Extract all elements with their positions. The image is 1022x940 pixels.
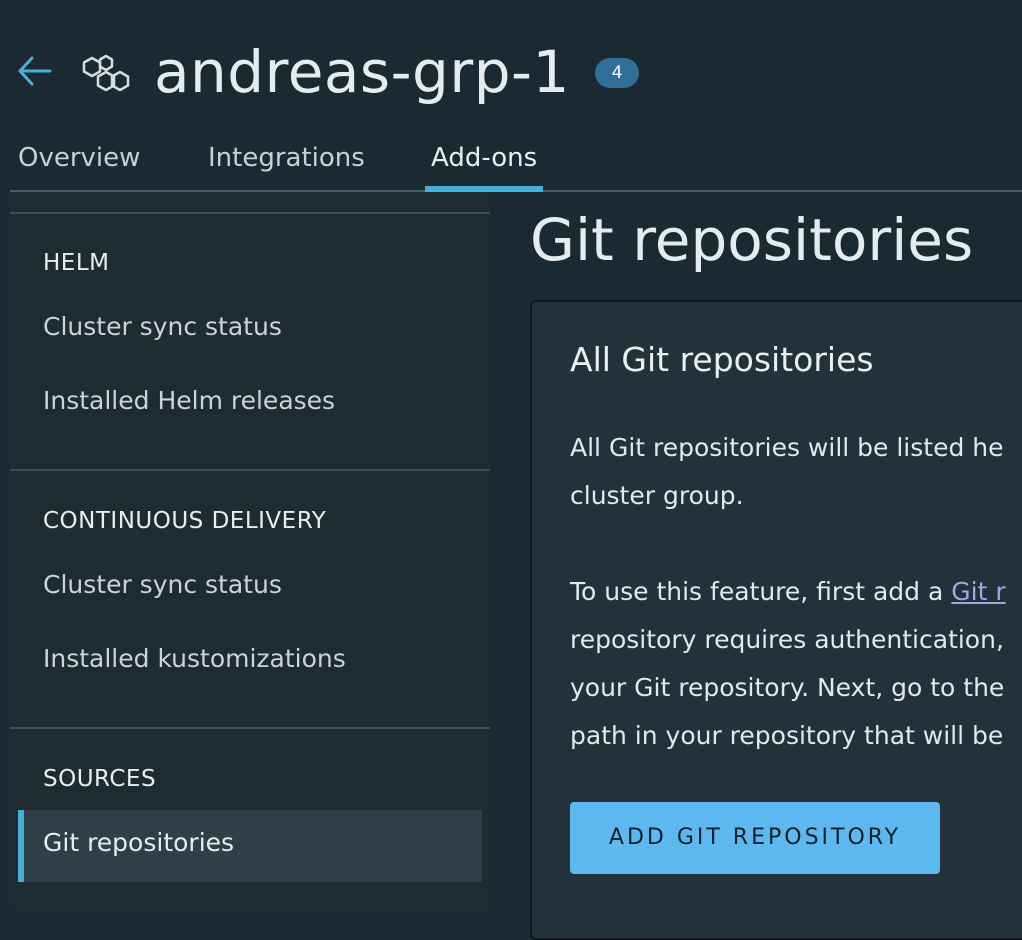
- card-instructions-line: path in your repository that will be: [570, 721, 1004, 750]
- card-title: All Git repositories: [570, 340, 874, 379]
- sidebar-item-installed-helm-releases[interactable]: Installed Helm releases: [43, 386, 335, 415]
- card-instructions-prefix: To use this feature, first add a: [570, 577, 952, 606]
- sidebar-item-installed-kustomizations[interactable]: Installed kustomizations: [43, 644, 346, 673]
- sidebar-heading-helm: HELM: [43, 250, 110, 276]
- card-description-line: cluster group.: [570, 481, 744, 510]
- sidebar-active-indicator: [18, 810, 24, 882]
- sidebar-item-cd-cluster-sync-status[interactable]: Cluster sync status: [43, 570, 282, 599]
- page-header: andreas-grp-1 4: [0, 0, 1022, 130]
- tab-add-ons[interactable]: Add-ons: [424, 130, 544, 192]
- arrow-left-icon: [18, 56, 52, 86]
- tab-integrations[interactable]: Integrations: [208, 130, 365, 190]
- card-description-line: All Git repositories will be listed he: [570, 433, 1004, 462]
- git-repositories-card: All Git repositories All Git repositorie…: [530, 300, 1022, 940]
- sidebar-heading-continuous-delivery: CONTINUOUS DELIVERY: [43, 508, 327, 534]
- tab-overview[interactable]: Overview: [18, 130, 140, 190]
- sidebar: HELM Cluster sync status Installed Helm …: [10, 192, 490, 910]
- cluster-count-badge: 4: [595, 58, 639, 88]
- tab-bar: Overview Integrations Add-ons: [10, 130, 1022, 192]
- sidebar-item-git-repositories[interactable]: Git repositories: [43, 828, 234, 857]
- page-title: Git repositories: [530, 206, 974, 274]
- sidebar-heading-sources: SOURCES: [43, 766, 157, 792]
- card-instructions-line: To use this feature, first add a Git r: [570, 568, 1022, 616]
- sidebar-divider: [10, 212, 490, 214]
- cluster-group-icon: [82, 52, 130, 94]
- cluster-group-title: andreas-grp-1: [154, 38, 570, 106]
- sidebar-item-helm-cluster-sync-status[interactable]: Cluster sync status: [43, 312, 282, 341]
- sidebar-divider: [10, 727, 490, 729]
- back-button[interactable]: [16, 52, 54, 90]
- card-instructions-line: your Git repository. Next, go to the: [570, 673, 1005, 702]
- git-repository-link[interactable]: Git r: [951, 577, 1005, 606]
- add-git-repository-button[interactable]: ADD GIT REPOSITORY: [570, 802, 940, 874]
- sidebar-divider: [10, 469, 490, 471]
- card-instructions-line: repository requires authentication,: [570, 625, 1004, 654]
